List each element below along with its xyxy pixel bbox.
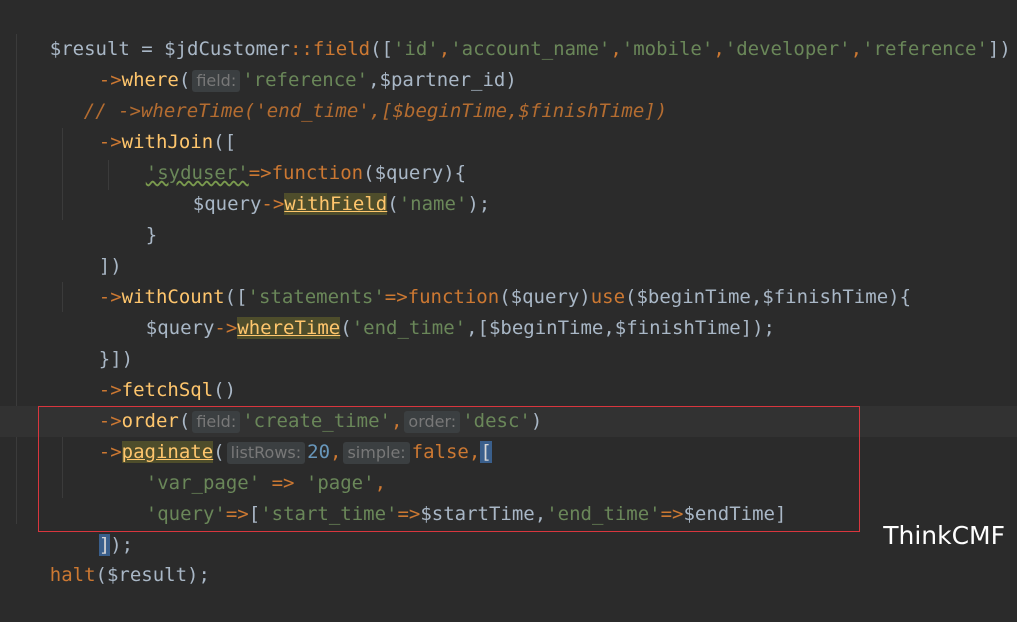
code-line-5[interactable]: 'syduser'=>function($query){ (100, 127, 466, 184)
code-line-10[interactable]: $query->whereTime('end_time',[$beginTime… (100, 282, 775, 339)
code-token: 'end_time' (351, 317, 467, 339)
code-token: -> (214, 317, 238, 339)
indent-guide (16, 34, 17, 524)
code-token: ) (530, 410, 543, 432)
bracket-match-highlight: [ (480, 441, 492, 463)
code-token: , (610, 38, 622, 60)
code-line-3[interactable]: // ->whereTime('end_time',[$beginTime,$f… (38, 65, 667, 122)
code-token: ($result); (95, 564, 210, 586)
code-token: [ (248, 503, 261, 525)
code-line-13[interactable]: ->order(field:'create_time', order:'desc'… (53, 375, 542, 433)
code-token: , (468, 441, 481, 463)
code-token: halt (49, 564, 96, 586)
code-line-1[interactable]: $result = $jdCustomer::field(['id','acco… (4, 3, 1011, 60)
code-token: ( (387, 193, 399, 215)
code-line-14[interactable]: ->paginate(listRows: 20, simple: false,[ (53, 406, 492, 464)
code-line-4[interactable]: ->withJoin([ (53, 96, 236, 153)
code-token: 'end_time' (546, 503, 661, 525)
code-token: 'start_time' (260, 503, 398, 525)
code-editor[interactable]: $result = $jdCustomer::field(['id','acco… (0, 0, 1017, 586)
code-token: $startTime, (420, 503, 547, 525)
code-line-16[interactable]: 'query'=>['start_time'=>$startTime,'end_… (100, 468, 787, 525)
code-token: , (850, 38, 863, 60)
code-line-12[interactable]: ->fetchSql() (53, 344, 236, 401)
code-token: whereTime (237, 317, 341, 339)
code-token: ); (467, 193, 491, 215)
code-token: 'developer' (724, 38, 851, 60)
code-token: false (411, 441, 469, 463)
code-line-15[interactable]: 'var_page' => 'page', (100, 437, 386, 494)
code-line-17[interactable]: ]); (53, 499, 133, 556)
code-token: => (397, 503, 421, 525)
code-token: } (145, 224, 158, 246)
code-line-2[interactable]: ->where(field:'reference',$partner_id) (53, 34, 517, 92)
code-token: 'mobile' (621, 38, 714, 60)
code-token: ,[$beginTime,$finishTime]); (466, 317, 775, 339)
code-token: , (713, 38, 725, 60)
code-line-8[interactable]: ]) (53, 220, 122, 277)
code-line-6[interactable]: $query->withField('name'); (147, 158, 490, 215)
code-token: ]) (987, 38, 1011, 60)
code-token: $query (145, 317, 215, 339)
code-token: 'name' (398, 193, 468, 215)
code-token: 'query' (145, 503, 226, 525)
code-line-18[interactable]: halt($result); (4, 529, 210, 586)
code-token: => (660, 503, 684, 525)
thinkcmf-watermark: ThinkCMF (883, 521, 1005, 550)
code-token: ( (340, 317, 352, 339)
code-token: 'reference' (862, 38, 988, 60)
code-token: -> (261, 193, 285, 215)
code-token: => (225, 503, 249, 525)
code-line-7[interactable]: } (100, 189, 157, 246)
code-line-11[interactable]: }]) (53, 313, 133, 370)
code-line-9[interactable]: ->withCount(['statements'=>function($que… (53, 251, 911, 308)
code-token: $endTime] (683, 503, 787, 525)
code-token: $query (192, 193, 262, 215)
code-token: withField (284, 193, 388, 215)
